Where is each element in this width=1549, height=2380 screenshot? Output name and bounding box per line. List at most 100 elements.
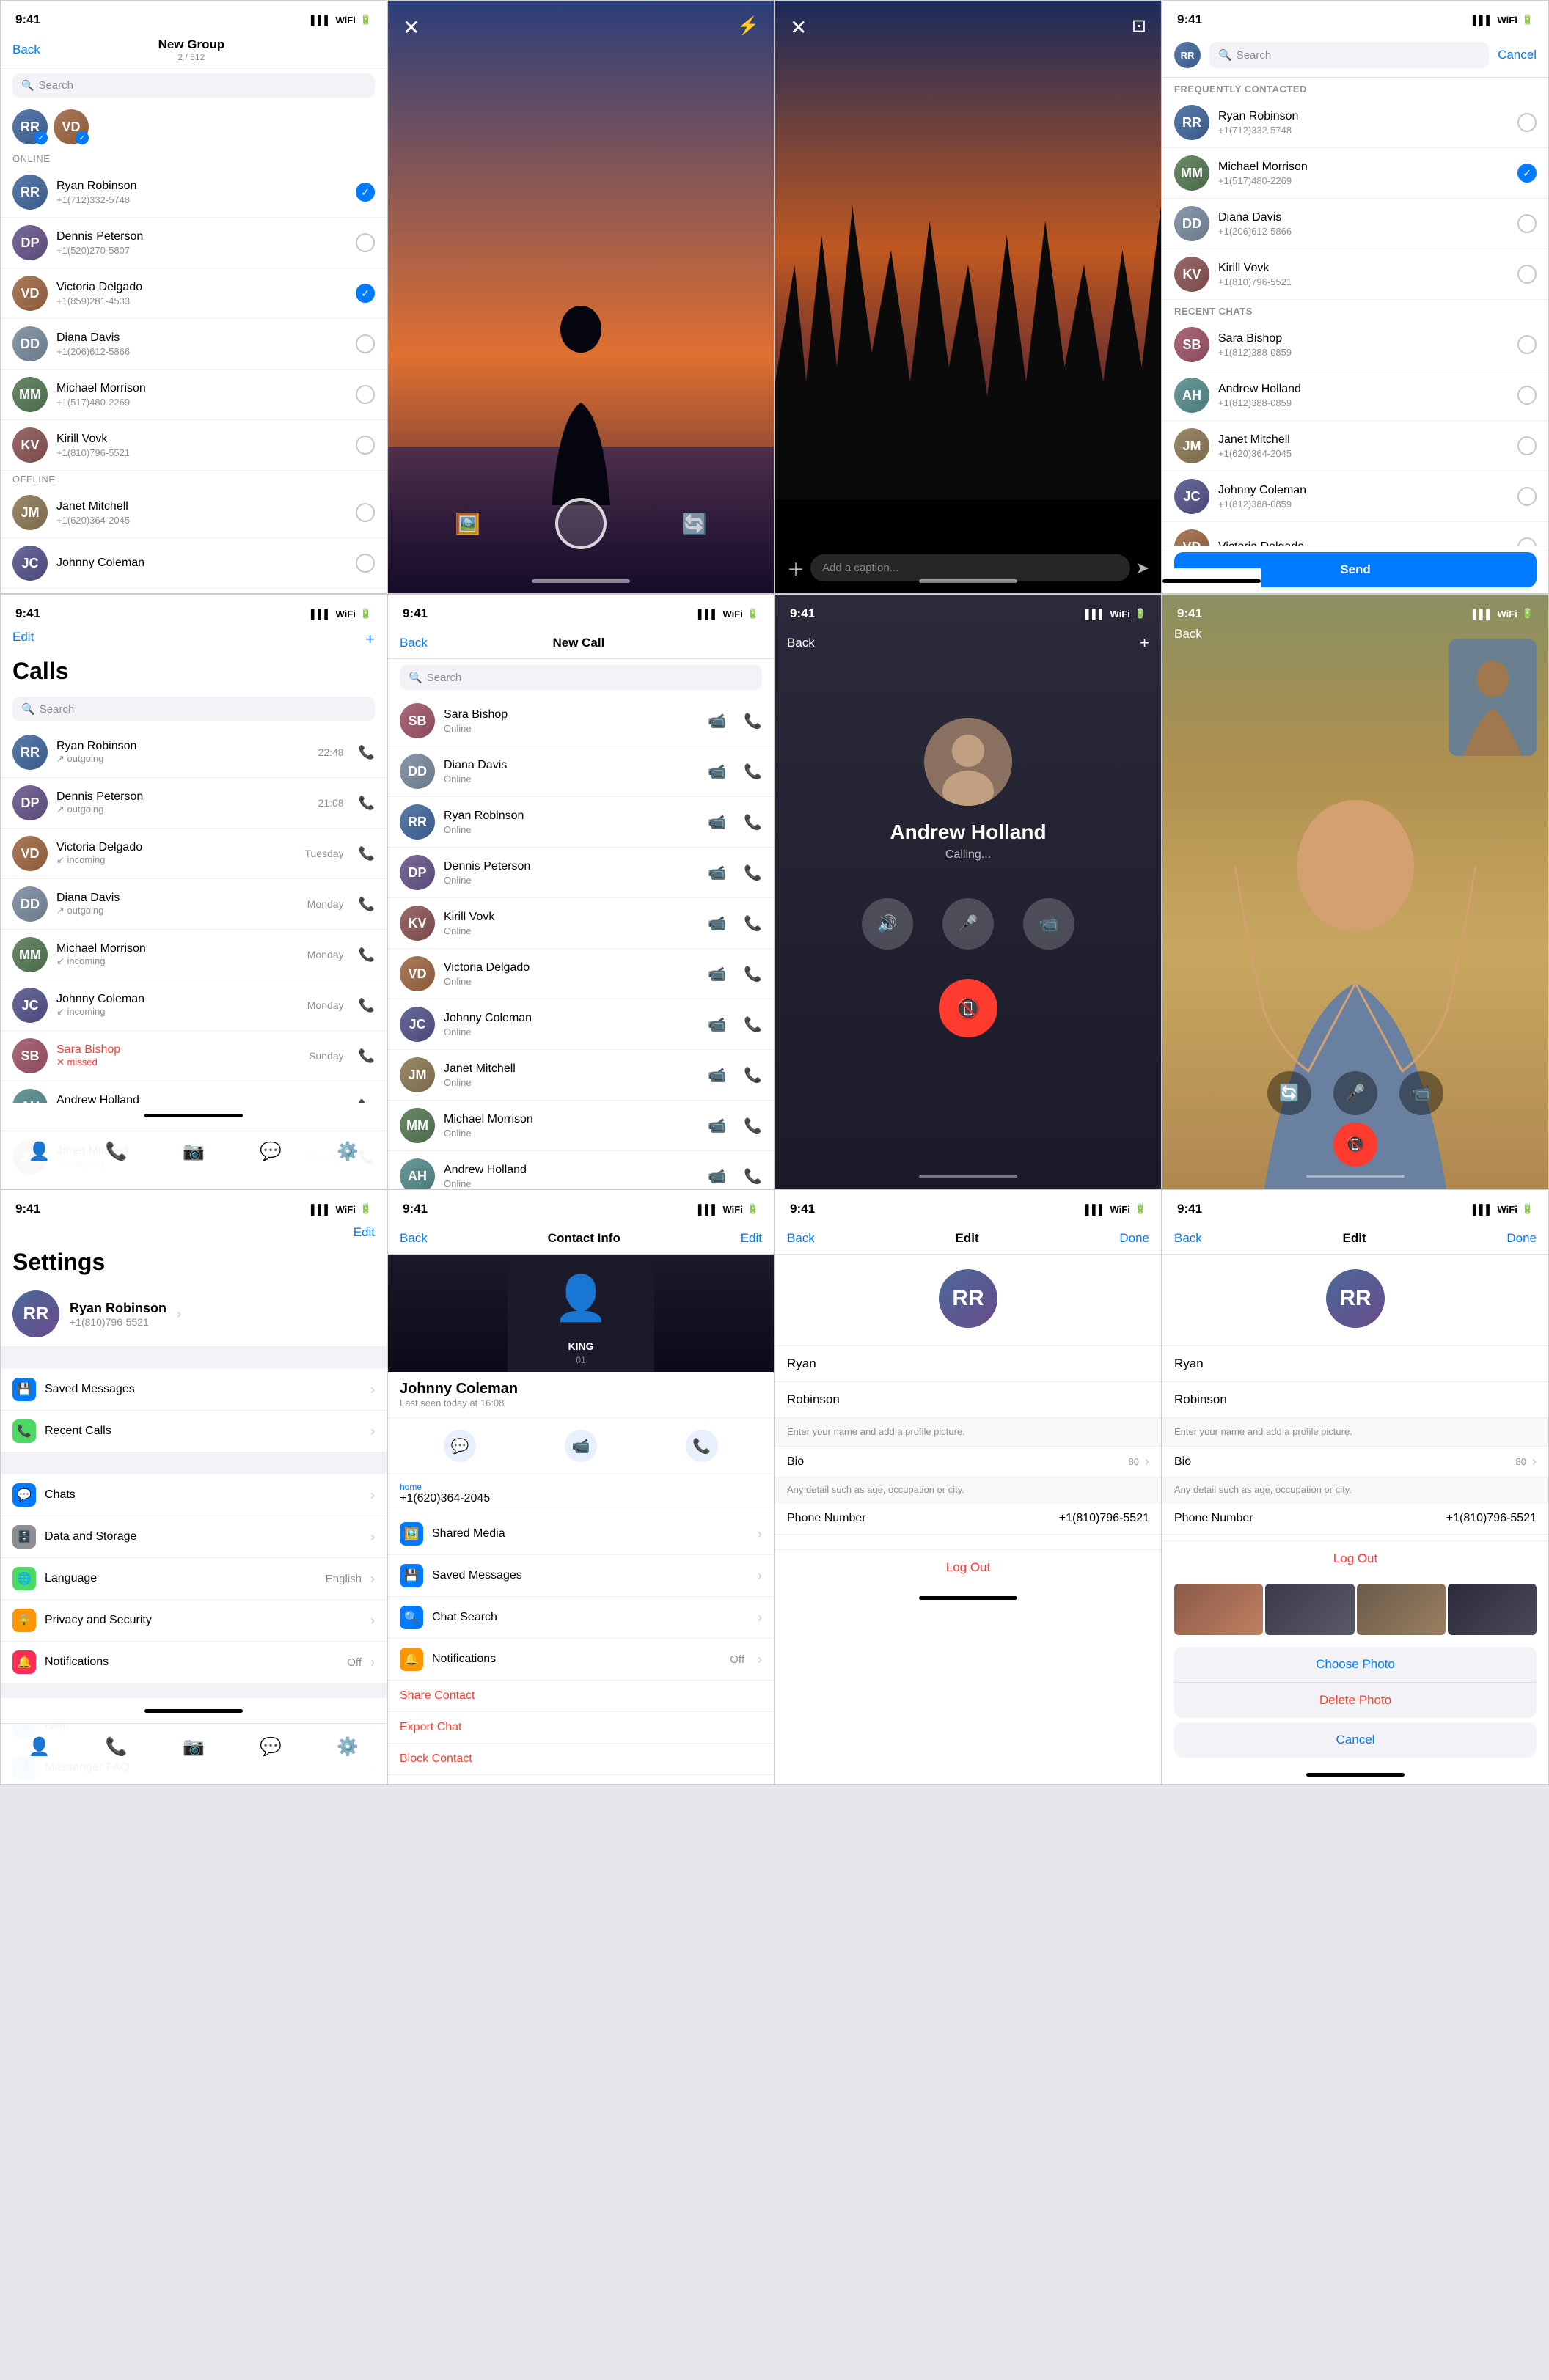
video-cam-btn[interactable]: 📹 — [1399, 1071, 1443, 1115]
check-s-michael[interactable]: ✓ — [1517, 164, 1537, 183]
close-button[interactable]: ✕ — [403, 15, 420, 40]
ci-notifs[interactable]: 🔔 Notifications Off — [388, 1639, 774, 1681]
list-item-ryan[interactable]: RR Ryan Robinson +1(712)332-5748 ✓ — [1, 167, 387, 218]
list-item-diana[interactable]: DD Diana Davis +1(206)612-5866 — [1, 319, 387, 370]
tab-calls[interactable]: 📞 — [106, 1141, 128, 1162]
edit-contact-button[interactable]: Edit — [741, 1231, 762, 1246]
nc-phone-diana[interactable]: 📞 — [744, 763, 762, 781]
tab-contacts[interactable]: 👤 — [29, 1141, 51, 1162]
check-michael-circle[interactable] — [356, 385, 375, 404]
nc-video-janet[interactable]: 📹 — [708, 1066, 726, 1084]
list-item-s-ryan[interactable]: RR Ryan Robinson +1(712)332-5748 — [1162, 98, 1548, 148]
ci-saved[interactable]: 💾 Saved Messages — [388, 1555, 774, 1597]
settings-saved[interactable]: 💾 Saved Messages — [1, 1369, 387, 1411]
settings-chats[interactable]: 💬 Chats — [1, 1474, 387, 1516]
call-ryan[interactable]: RR Ryan Robinson ↗ outgoing 22:48 📞 — [1, 727, 387, 778]
nc-video-michael[interactable]: 📹 — [708, 1117, 726, 1135]
gallery-icon[interactable]: 🖼️ — [455, 512, 480, 536]
photo-thumb-2[interactable] — [1265, 1584, 1354, 1635]
list-item-s-michael[interactable]: MM Michael Morrison +1(517)480-2269 ✓ — [1162, 148, 1548, 199]
pip-video[interactable] — [1449, 639, 1537, 756]
flip-icon[interactable]: 🔄 — [681, 512, 707, 536]
selected-avatar-victoria[interactable]: VD ✓ — [54, 109, 89, 144]
speaker-button[interactable]: 🔊 — [862, 898, 913, 950]
call-icon-dennis[interactable]: 📞 — [359, 796, 375, 811]
back-edit-photo[interactable]: Back — [1174, 1231, 1202, 1246]
photo-thumb-3[interactable] — [1357, 1584, 1446, 1635]
nc-phone-johnny[interactable]: 📞 — [744, 1015, 762, 1034]
nc-video-sara[interactable]: 📹 — [708, 712, 726, 730]
nc-phone-sara[interactable]: 📞 — [744, 712, 762, 730]
check-johnny-circle[interactable] — [356, 554, 375, 573]
settings-data[interactable]: 🗄️ Data and Storage — [1, 1516, 387, 1558]
settings-calls[interactable]: 📞 Recent Calls — [1, 1411, 387, 1452]
settings-profile[interactable]: RR Ryan Robinson +1(810)796-5521 — [1, 1282, 387, 1347]
edit-avatar-photo-large[interactable]: RR — [1326, 1269, 1385, 1328]
last-name-field-photo[interactable]: Robinson — [1174, 1392, 1537, 1407]
list-item-s-diana[interactable]: DD Diana Davis +1(206)612-5866 — [1162, 199, 1548, 249]
nc-phone-ryan[interactable]: 📞 — [744, 813, 762, 831]
add-call-button[interactable]: + — [365, 630, 375, 649]
back-video[interactable]: Back — [1174, 627, 1202, 641]
message-action[interactable]: 💬 — [444, 1430, 476, 1462]
check-s-janet[interactable] — [1517, 436, 1537, 455]
last-name-field[interactable]: Robinson — [787, 1392, 1149, 1407]
edit-avatar-large[interactable]: RR — [939, 1269, 997, 1328]
photo-thumb-4[interactable] — [1448, 1584, 1537, 1635]
call-icon-ryan[interactable]: 📞 — [359, 745, 375, 760]
tab-chat[interactable]: 💬 — [260, 1141, 282, 1162]
nc-janet[interactable]: JM Janet Mitchell Online 📹 📞 — [388, 1050, 774, 1101]
video-mute-btn[interactable]: 🎤 — [1333, 1071, 1377, 1115]
logout-button[interactable]: Log Out — [946, 1560, 991, 1574]
tab-chat-s[interactable]: 💬 — [260, 1736, 282, 1758]
nc-video-kirill[interactable]: 📹 — [708, 914, 726, 933]
nc-phone-michael[interactable]: 📞 — [744, 1117, 762, 1135]
nc-phone-kirill[interactable]: 📞 — [744, 914, 762, 933]
calls-search[interactable]: 🔍 Search — [12, 697, 375, 721]
check-s-johnny[interactable] — [1517, 487, 1537, 506]
settings-language[interactable]: 🌐 Language English — [1, 1558, 387, 1600]
nc-sara[interactable]: SB Sara Bishop Online 📹 📞 — [388, 696, 774, 746]
list-item-johnny[interactable]: JC Johnny Coleman — [1, 538, 387, 589]
check-s-sara[interactable] — [1517, 335, 1537, 354]
check-diana-circle[interactable] — [356, 334, 375, 353]
edit-settings-button[interactable]: Edit — [354, 1225, 375, 1240]
nc-andrew[interactable]: AH Andrew Holland Online 📹 📞 — [388, 1151, 774, 1189]
ci-shared[interactable]: 🖼️ Shared Media — [388, 1513, 774, 1555]
end-call-button[interactable]: 📵 — [939, 979, 997, 1037]
call-icon-michael[interactable]: 📞 — [359, 947, 375, 963]
video-end-button[interactable]: 📵 — [1333, 1123, 1377, 1167]
back-new-call[interactable]: Back — [400, 636, 428, 650]
video-rotate-btn[interactable]: 🔄 — [1267, 1071, 1311, 1115]
photo-thumb-1[interactable] — [1174, 1584, 1263, 1635]
video-action[interactable]: 📹 — [565, 1430, 597, 1462]
search-bar-new-group[interactable]: 🔍 Search — [12, 73, 375, 98]
nc-video-victoria[interactable]: 📹 — [708, 965, 726, 983]
check-kirill-circle[interactable] — [356, 436, 375, 455]
tab-camera[interactable]: 📷 — [183, 1141, 205, 1162]
add-call-button[interactable]: + — [1140, 633, 1149, 653]
back-calling[interactable]: Back — [787, 636, 815, 650]
video-btn[interactable]: 📹 — [1023, 898, 1074, 950]
tab-contacts-s[interactable]: 👤 — [29, 1736, 51, 1758]
selected-avatar-ryan[interactable]: RR ✓ — [12, 109, 48, 144]
nc-phone-dennis[interactable]: 📞 — [744, 864, 762, 882]
list-item-janet[interactable]: JM Janet Mitchell +1(620)364-2045 — [1, 488, 387, 538]
delete-photo-button[interactable]: Delete Photo — [1174, 1683, 1537, 1718]
list-item-s-janet[interactable]: JM Janet Mitchell +1(620)364-2045 — [1162, 421, 1548, 471]
choose-photo-button[interactable]: Choose Photo — [1174, 1647, 1537, 1683]
list-item-michael[interactable]: MM Michael Morrison +1(517)480-2269 — [1, 370, 387, 420]
call-victoria[interactable]: VD Victoria Delgado ↙ incoming Tuesday 📞 — [1, 829, 387, 879]
call-icon-sara[interactable]: 📞 — [359, 1048, 375, 1064]
call-action[interactable]: 📞 — [686, 1430, 718, 1462]
nc-phone-victoria[interactable]: 📞 — [744, 965, 762, 983]
crop-icon[interactable]: ⊡ — [1132, 15, 1146, 37]
nc-video-andrew[interactable]: 📹 — [708, 1167, 726, 1186]
export-chat[interactable]: Export Chat — [388, 1712, 774, 1744]
tab-settings-calls[interactable]: ⚙️ — [337, 1141, 359, 1162]
nc-phone-janet[interactable]: 📞 — [744, 1066, 762, 1084]
logout-button-photo[interactable]: Log Out — [1333, 1551, 1378, 1565]
cancel-photo-button[interactable]: Cancel — [1174, 1722, 1537, 1758]
back-contact[interactable]: Back — [400, 1231, 428, 1246]
ci-search[interactable]: 🔍 Chat Search — [388, 1597, 774, 1639]
